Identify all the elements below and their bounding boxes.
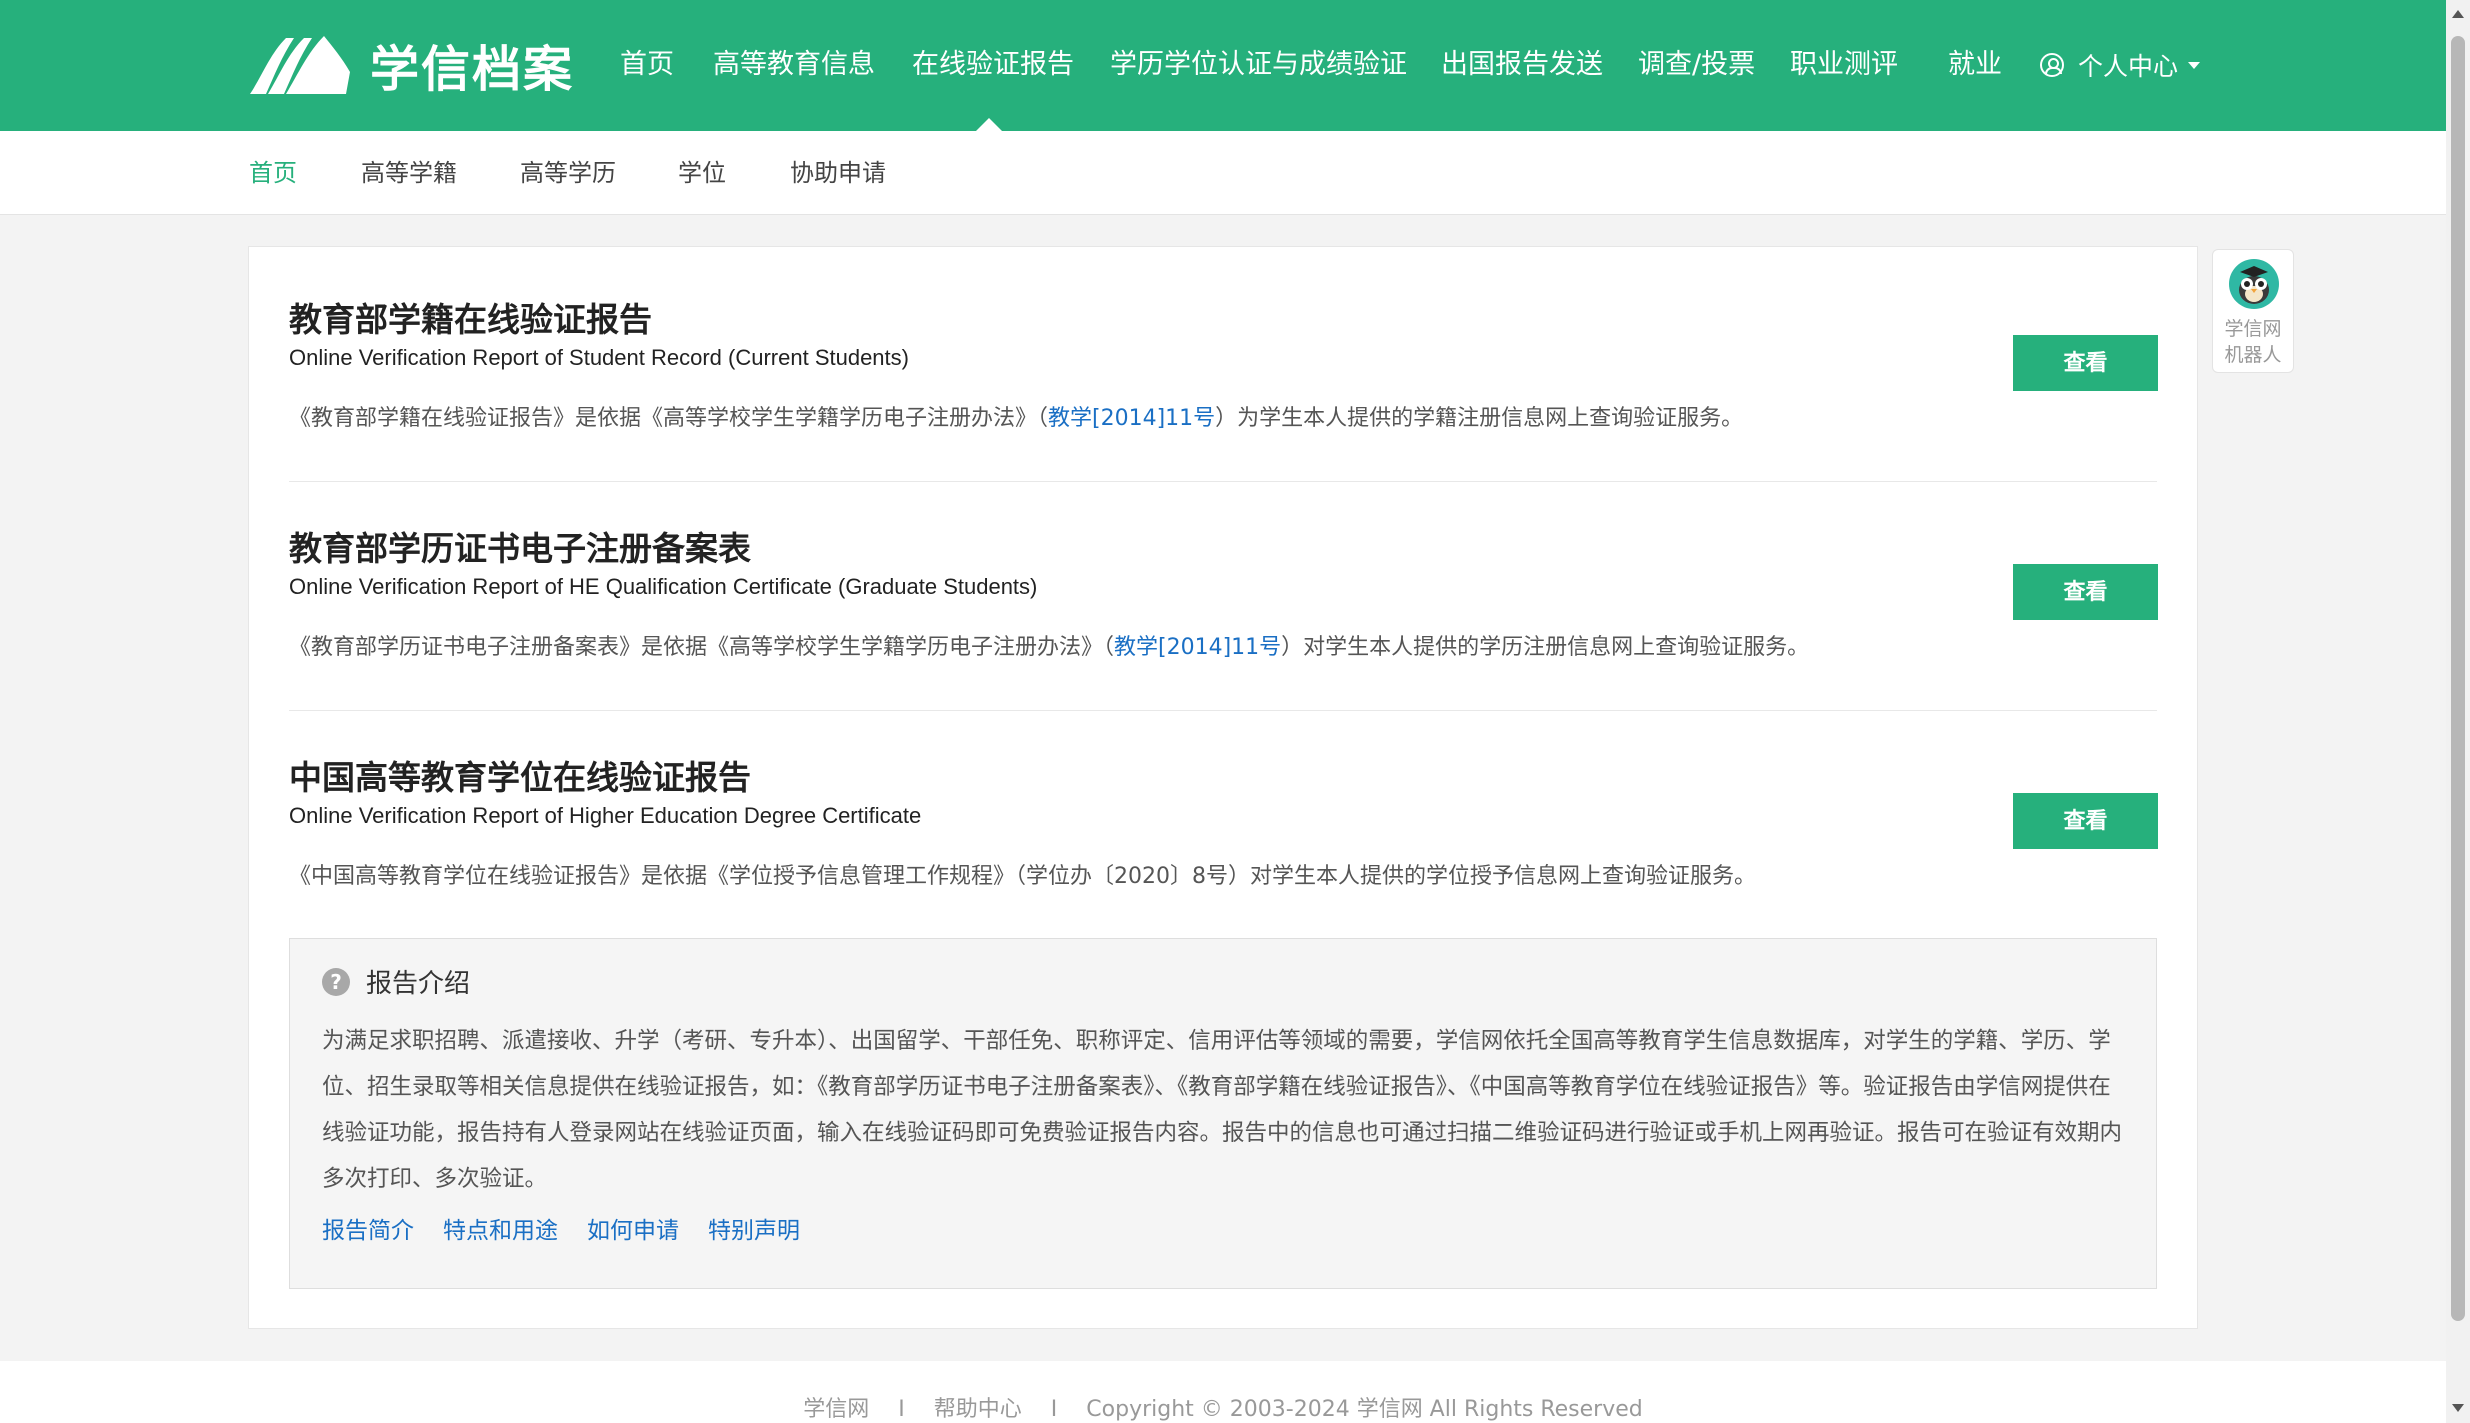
- report-description: 《教育部学籍在线验证报告》是依据《高等学校学生学籍学历电子注册办法》（教学[20…: [289, 400, 1743, 432]
- top-header: 学信档案 首页 高等教育信息 在线验证报告 学历学位认证与成绩验证 出国报告发送…: [0, 0, 2446, 131]
- brand-name: 学信档案: [370, 40, 575, 98]
- user-center-label: 个人中心: [2078, 52, 2179, 81]
- link-how-to-apply[interactable]: 如何申请: [587, 1211, 679, 1245]
- report-item-qualification: 教育部学历证书电子注册备案表 Online Verification Repor…: [289, 522, 2158, 660]
- link-special-statement[interactable]: 特别声明: [708, 1211, 800, 1245]
- robot-label-line: 学信网: [2224, 318, 2282, 340]
- robot-label: 学信网 机器人: [2213, 316, 2293, 368]
- user-icon: [2040, 53, 2064, 77]
- subnav-assist-apply[interactable]: 协助申请: [790, 154, 886, 192]
- subnav-student-record[interactable]: 高等学籍: [361, 154, 457, 192]
- report-item-student-record: 教育部学籍在线验证报告 Online Verification Report o…: [289, 293, 2158, 431]
- report-subtitle: Online Verification Report of Higher Edu…: [289, 803, 922, 828]
- report-description: 《教育部学历证书电子注册备案表》是依据《高等学校学生学籍学历电子注册办法》（教学…: [289, 629, 1809, 661]
- footer-link-help[interactable]: 帮助中心: [934, 1397, 1022, 1422]
- report-description: 《中国高等教育学位在线验证报告》是依据《学位授予信息管理工作规程》（学位办〔20…: [289, 864, 1756, 889]
- footer-link-site[interactable]: 学信网: [803, 1397, 869, 1422]
- report-title: 中国高等教育学位在线验证报告: [289, 758, 751, 797]
- description-text: ）为学生本人提供的学籍注册信息网上查询验证服务。: [1215, 406, 1744, 431]
- regulation-link[interactable]: 教学[2014]11号: [1048, 406, 1215, 431]
- report-subtitle: Online Verification Report of Student Re…: [289, 345, 909, 370]
- description-text: 《教育部学籍在线验证报告》是依据《高等学校学生学籍学历电子注册办法》（: [289, 406, 1049, 431]
- footer-copyright: Copyright © 2003-2024 学信网 All Rights Res…: [1086, 1397, 1643, 1422]
- description-text: ）对学生本人提供的学历注册信息网上查询验证服务。: [1281, 635, 1810, 660]
- intro-body: 为满足求职招聘、派遣接收、升学（考研、专升本）、出国留学、干部任免、职称评定、信…: [322, 1028, 2123, 1192]
- report-item-degree: 中国高等教育学位在线验证报告 Online Verification Repor…: [289, 751, 2158, 889]
- nav-career-test[interactable]: 职业测评: [1790, 44, 1898, 86]
- divider: [289, 710, 2157, 711]
- subnav-degree[interactable]: 学位: [678, 154, 726, 192]
- link-report-overview[interactable]: 报告简介: [322, 1211, 414, 1245]
- nav-survey-vote[interactable]: 调查/投票: [1638, 44, 1755, 86]
- nav-online-verification[interactable]: 在线验证报告: [912, 44, 1074, 86]
- footer-separator: I: [1050, 1397, 1058, 1422]
- subnav-qualification[interactable]: 高等学历: [520, 154, 616, 192]
- chat-robot-widget[interactable]: 学信网 机器人: [2212, 249, 2294, 373]
- link-features-uses[interactable]: 特点和用途: [443, 1211, 558, 1245]
- description-text: 《教育部学历证书电子注册备案表》是依据《高等学校学生学籍学历电子注册办法》（: [289, 635, 1115, 660]
- report-title: 教育部学历证书电子注册备案表: [289, 529, 751, 568]
- report-list-card: 教育部学籍在线验证报告 Online Verification Report o…: [248, 246, 2198, 1329]
- scroll-thumb[interactable]: [2451, 36, 2465, 1321]
- view-button[interactable]: 查看: [2013, 564, 2158, 620]
- footer-links: 学信网 I 帮助中心 I Copyright © 2003-2024 学信网 A…: [0, 1391, 2446, 1423]
- page-scrollbar[interactable]: [2446, 0, 2470, 1423]
- regulation-link[interactable]: 教学[2014]11号: [1114, 635, 1281, 660]
- nav-overseas-report[interactable]: 出国报告发送: [1441, 44, 1603, 86]
- scroll-down-icon[interactable]: [2452, 1404, 2464, 1412]
- report-title: 教育部学籍在线验证报告: [289, 300, 652, 339]
- site-logo[interactable]: 学信档案: [246, 30, 576, 100]
- nav-higher-education-info[interactable]: 高等教育信息: [713, 44, 875, 86]
- page-footer: 学信网 I 帮助中心 I Copyright © 2003-2024 学信网 A…: [0, 1361, 2446, 1423]
- logo-icon: [250, 36, 350, 94]
- user-center-menu[interactable]: 个人中心: [2040, 44, 2201, 86]
- nav-degree-certification[interactable]: 学历学位认证与成绩验证: [1110, 44, 1407, 86]
- intro-links: 报告简介 特点和用途 如何申请 特别声明: [322, 1211, 829, 1245]
- view-button[interactable]: 查看: [2013, 793, 2158, 849]
- nav-home[interactable]: 首页: [620, 44, 674, 86]
- scroll-up-icon[interactable]: [2452, 10, 2464, 18]
- robot-label-line: 机器人: [2224, 344, 2282, 366]
- report-intro-box: ? 报告介绍 为满足求职招聘、派遣接收、升学（考研、专升本）、出国留学、干部任免…: [289, 938, 2157, 1289]
- report-subtitle: Online Verification Report of HE Qualifi…: [289, 574, 1038, 599]
- footer-separator: I: [898, 1397, 905, 1422]
- nav-employment[interactable]: 就业: [1948, 44, 2002, 86]
- question-icon: ?: [322, 967, 350, 996]
- robot-avatar-icon: [2229, 259, 2279, 309]
- sub-navigation: 首页 高等学籍 高等学历 学位 协助申请: [0, 131, 2446, 215]
- intro-header: ? 报告介绍: [322, 963, 470, 1000]
- chevron-down-icon: [2188, 61, 2201, 69]
- active-nav-indicator: [976, 118, 1002, 131]
- intro-title: 报告介绍: [366, 969, 471, 999]
- view-button[interactable]: 查看: [2013, 335, 2158, 391]
- subnav-home[interactable]: 首页: [249, 154, 297, 192]
- divider: [289, 481, 2157, 482]
